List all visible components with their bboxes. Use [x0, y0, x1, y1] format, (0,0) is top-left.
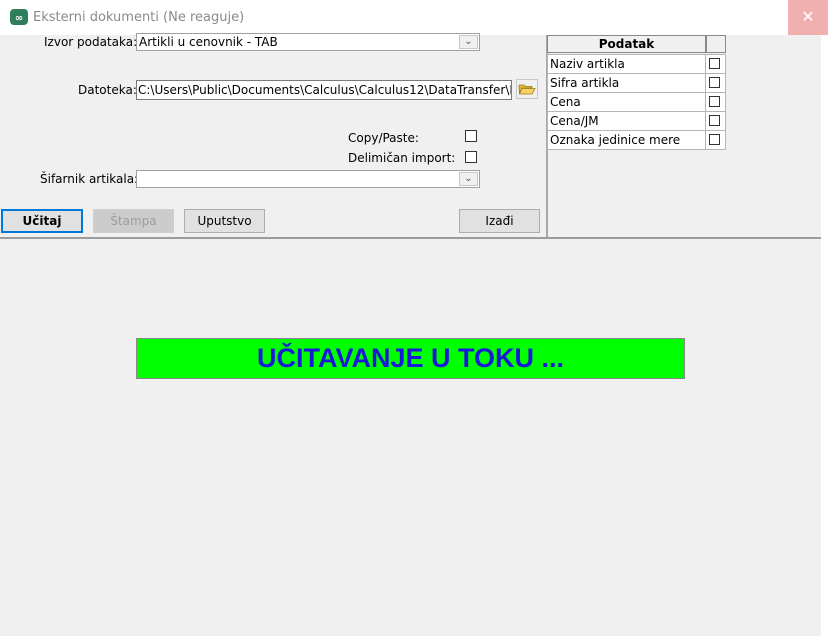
source-label: Izvor podataka: [44, 35, 138, 49]
open-folder-icon[interactable] [516, 79, 538, 99]
grid-cell-check[interactable] [705, 111, 726, 131]
window-edge [821, 35, 828, 636]
source-select-value: Artikli u cenovnik - TAB [139, 35, 278, 49]
app-logo-icon: ∞ [10, 9, 28, 25]
row-checkbox[interactable] [709, 96, 720, 107]
grid-header-check [706, 35, 726, 53]
grid-cell-label: Oznaka jedinice mere [547, 130, 706, 150]
partial-import-label: Delimičan import: [348, 151, 456, 165]
grid-cell-check[interactable] [705, 73, 726, 93]
catalog-select[interactable]: ⌄ [136, 170, 480, 188]
grid-cell-label: Cena [547, 92, 706, 112]
partial-import-checkbox[interactable] [465, 151, 477, 163]
row-checkbox[interactable] [709, 134, 720, 145]
grid-header: Podatak [547, 35, 706, 53]
row-checkbox[interactable] [709, 58, 720, 69]
copy-paste-label: Copy/Paste: [348, 131, 419, 145]
grid-row[interactable]: Naziv artikla [547, 54, 726, 74]
load-button[interactable]: Učitaj [1, 209, 83, 233]
grid-cell-check[interactable] [705, 92, 726, 112]
grid-cell-check[interactable] [705, 54, 726, 74]
grid-cell-check[interactable] [705, 130, 726, 150]
close-icon: ✕ [801, 7, 815, 26]
catalog-label: Šifarnik artikala: [40, 172, 139, 186]
file-label: Datoteka: [78, 83, 137, 97]
chevron-down-icon[interactable]: ⌄ [459, 172, 478, 186]
horizontal-divider [0, 237, 821, 239]
row-checkbox[interactable] [709, 115, 720, 126]
close-button[interactable]: ✕ [788, 0, 828, 35]
instructions-button[interactable]: Uputstvo [184, 209, 265, 233]
grid-cell-label: Cena/JM [547, 111, 706, 131]
print-button[interactable]: Štampa [93, 209, 174, 233]
source-select[interactable]: Artikli u cenovnik - TAB ⌄ [136, 33, 480, 51]
grid-row[interactable]: Cena [547, 92, 726, 112]
grid-row[interactable]: Oznaka jedinice mere [547, 130, 726, 150]
grid-row[interactable]: Sifra artikla [547, 73, 726, 93]
file-path-input[interactable]: C:\Users\Public\Documents\Calculus\Calcu… [136, 80, 512, 100]
file-path-value: C:\Users\Public\Documents\Calculus\Calcu… [138, 83, 512, 97]
copy-paste-checkbox[interactable] [465, 130, 477, 142]
chevron-down-icon[interactable]: ⌄ [459, 35, 478, 49]
window-title: Eksterni dokumenti (Ne reaguje) [33, 10, 245, 25]
row-checkbox[interactable] [709, 77, 720, 88]
loading-banner: UČITAVANJE U TOKU ... [136, 338, 685, 379]
title-bar: ∞ Eksterni dokumenti (Ne reaguje) ✕ [0, 0, 828, 35]
svg-text:∞: ∞ [15, 13, 23, 24]
exit-button[interactable]: Izađi [459, 209, 540, 233]
grid-cell-label: Naziv artikla [547, 54, 706, 74]
grid-cell-label: Sifra artikla [547, 73, 706, 93]
grid-row[interactable]: Cena/JM [547, 111, 726, 131]
